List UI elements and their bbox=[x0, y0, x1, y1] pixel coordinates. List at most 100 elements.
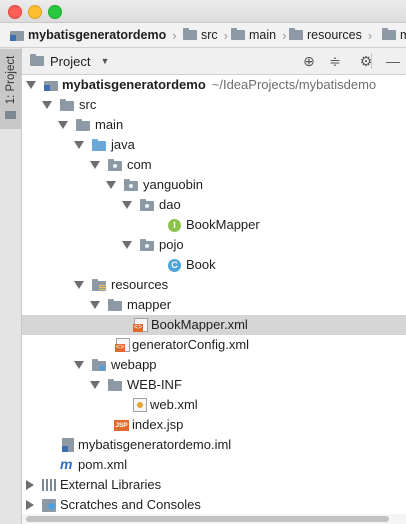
chevron-right-icon: › bbox=[367, 27, 373, 43]
tree-node-label: com bbox=[127, 157, 152, 172]
tree-node-generatorconfig-xml[interactable]: generatorConfig.xml bbox=[22, 335, 406, 355]
package-icon bbox=[124, 179, 138, 191]
tree-node-label: WEB-INF bbox=[127, 377, 182, 392]
tree-node-iml[interactable]: mybatisgeneratordemo.iml bbox=[22, 435, 406, 455]
settings-icon[interactable]: ⚙ bbox=[358, 53, 374, 69]
project-toolbar: Project ▼ ⊕ ≑ ⚙ — bbox=[22, 48, 406, 75]
tree-node-label: BookMapper bbox=[186, 217, 260, 232]
expand-arrow-icon[interactable] bbox=[122, 241, 132, 249]
package-icon bbox=[108, 159, 122, 171]
tree-node-main[interactable]: main bbox=[22, 115, 406, 135]
breadcrumb-item-mapper[interactable]: m bbox=[382, 23, 406, 47]
tree-node-pom-xml[interactable]: m pom.xml bbox=[22, 455, 406, 475]
hide-icon[interactable]: — bbox=[385, 53, 401, 69]
tree-node-resources[interactable]: resources bbox=[22, 275, 406, 295]
xml-file-icon bbox=[115, 338, 130, 352]
collapse-icon[interactable]: ≑ bbox=[327, 53, 343, 69]
expand-arrow-icon[interactable] bbox=[74, 141, 84, 149]
tree-node-web-inf[interactable]: WEB-INF bbox=[22, 375, 406, 395]
tree-node-scratches[interactable]: Scratches and Consoles bbox=[22, 495, 406, 515]
source-folder-icon bbox=[92, 139, 106, 151]
breadcrumb-item-src[interactable]: src › bbox=[183, 23, 228, 47]
expand-arrow-icon[interactable] bbox=[26, 81, 36, 89]
minimize-window-button[interactable] bbox=[28, 5, 42, 19]
tree-node-dao[interactable]: dao bbox=[22, 195, 406, 215]
close-window-button[interactable] bbox=[8, 5, 22, 19]
tree-node-yanguobin[interactable]: yanguobin bbox=[22, 175, 406, 195]
project-tree: mybatisgeneratordemo ~/IdeaProjects/mybat… bbox=[22, 75, 406, 515]
expand-arrow-icon[interactable] bbox=[90, 301, 100, 309]
tree-node-label: webapp bbox=[111, 357, 157, 372]
module-icon bbox=[10, 29, 24, 41]
maximize-window-button[interactable] bbox=[48, 5, 62, 19]
view-selector[interactable]: Project ▼ bbox=[30, 48, 109, 74]
tree-node-webapp[interactable]: webapp bbox=[22, 355, 406, 375]
view-selector-label: Project bbox=[50, 53, 91, 69]
tree-node-label: External Libraries bbox=[60, 477, 162, 492]
tree-node-bookmapper-xml[interactable]: BookMapper.xml bbox=[22, 315, 406, 335]
tree-node-label: web.xml bbox=[150, 397, 198, 412]
collapse-arrow-icon[interactable] bbox=[26, 500, 34, 510]
tree-node-book[interactable]: C Book bbox=[22, 255, 406, 275]
tree-node-mapper[interactable]: mapper bbox=[22, 295, 406, 315]
tree-node-pojo[interactable]: pojo bbox=[22, 235, 406, 255]
folder-icon bbox=[108, 299, 122, 311]
locate-icon[interactable]: ⊕ bbox=[301, 53, 317, 69]
breadcrumb-item-main[interactable]: main › bbox=[231, 23, 286, 47]
tree-node-web-xml[interactable]: web.xml bbox=[22, 395, 406, 415]
maven-icon: m bbox=[60, 456, 73, 472]
chevron-down-icon: ▼ bbox=[100, 56, 110, 66]
resources-folder-icon bbox=[289, 28, 303, 40]
xml-file-icon bbox=[133, 318, 148, 332]
tree-node-label: main bbox=[95, 117, 124, 132]
package-icon bbox=[140, 199, 154, 211]
tree-node-com[interactable]: com bbox=[22, 155, 406, 175]
expand-arrow-icon[interactable] bbox=[42, 101, 52, 109]
tree-node-src[interactable]: src bbox=[22, 95, 406, 115]
collapse-arrow-icon[interactable] bbox=[26, 480, 34, 490]
breadcrumb-label: src bbox=[201, 28, 218, 42]
tree-node-external-libraries[interactable]: External Libraries bbox=[22, 475, 406, 495]
breadcrumb-label: resources bbox=[307, 28, 362, 42]
folder-icon bbox=[5, 111, 16, 119]
class-icon: C bbox=[168, 259, 181, 272]
breadcrumb: mybatisgeneratordemo › src › main › reso… bbox=[0, 23, 406, 48]
chevron-right-icon: › bbox=[172, 27, 177, 43]
breadcrumb-label: mybatisgeneratordemo bbox=[28, 28, 167, 42]
resources-folder-icon bbox=[92, 279, 106, 291]
horizontal-scrollbar[interactable] bbox=[22, 514, 406, 524]
tree-node-index-jsp[interactable]: JSP index.jsp bbox=[22, 415, 406, 435]
breadcrumb-item-module[interactable]: mybatisgeneratordemo › bbox=[10, 23, 177, 47]
tree-node-project-root[interactable]: mybatisgeneratordemo ~/IdeaProjects/mybat… bbox=[22, 75, 406, 95]
expand-arrow-icon[interactable] bbox=[122, 201, 132, 209]
expand-arrow-icon[interactable] bbox=[90, 161, 100, 169]
chevron-right-icon: › bbox=[223, 27, 229, 43]
expand-arrow-icon[interactable] bbox=[74, 281, 84, 289]
tree-node-label: index.jsp bbox=[132, 417, 184, 432]
tree-node-bookmapper[interactable]: I BookMapper bbox=[22, 215, 406, 235]
scrollbar-thumb[interactable] bbox=[26, 516, 389, 522]
scratches-icon bbox=[42, 499, 56, 512]
expand-arrow-icon[interactable] bbox=[106, 181, 116, 189]
tree-node-label: pojo bbox=[159, 237, 184, 252]
tree-node-label: BookMapper.xml bbox=[151, 317, 248, 332]
folder-icon bbox=[382, 28, 396, 40]
tree-node-label: pom.xml bbox=[78, 457, 128, 472]
folder-icon bbox=[30, 54, 44, 66]
expand-arrow-icon[interactable] bbox=[74, 361, 84, 369]
tree-node-label: yanguobin bbox=[143, 177, 203, 192]
expand-arrow-icon[interactable] bbox=[90, 381, 100, 389]
tree-node-label: generatorConfig.xml bbox=[132, 337, 250, 352]
breadcrumb-label: m bbox=[400, 28, 406, 42]
tree-node-label: Scratches and Consoles bbox=[60, 497, 201, 512]
window-titlebar bbox=[0, 0, 406, 23]
module-file-icon bbox=[62, 438, 74, 452]
breadcrumb-item-resources[interactable]: resources › bbox=[289, 23, 372, 47]
jsp-file-icon: JSP bbox=[114, 420, 129, 431]
module-icon bbox=[44, 79, 58, 91]
project-path-label: ~/IdeaProjects/mybatisdemo bbox=[211, 77, 377, 92]
chevron-right-icon: › bbox=[282, 27, 287, 43]
interface-icon: I bbox=[168, 219, 181, 232]
expand-arrow-icon[interactable] bbox=[58, 121, 68, 129]
tree-node-java[interactable]: java bbox=[22, 135, 406, 155]
